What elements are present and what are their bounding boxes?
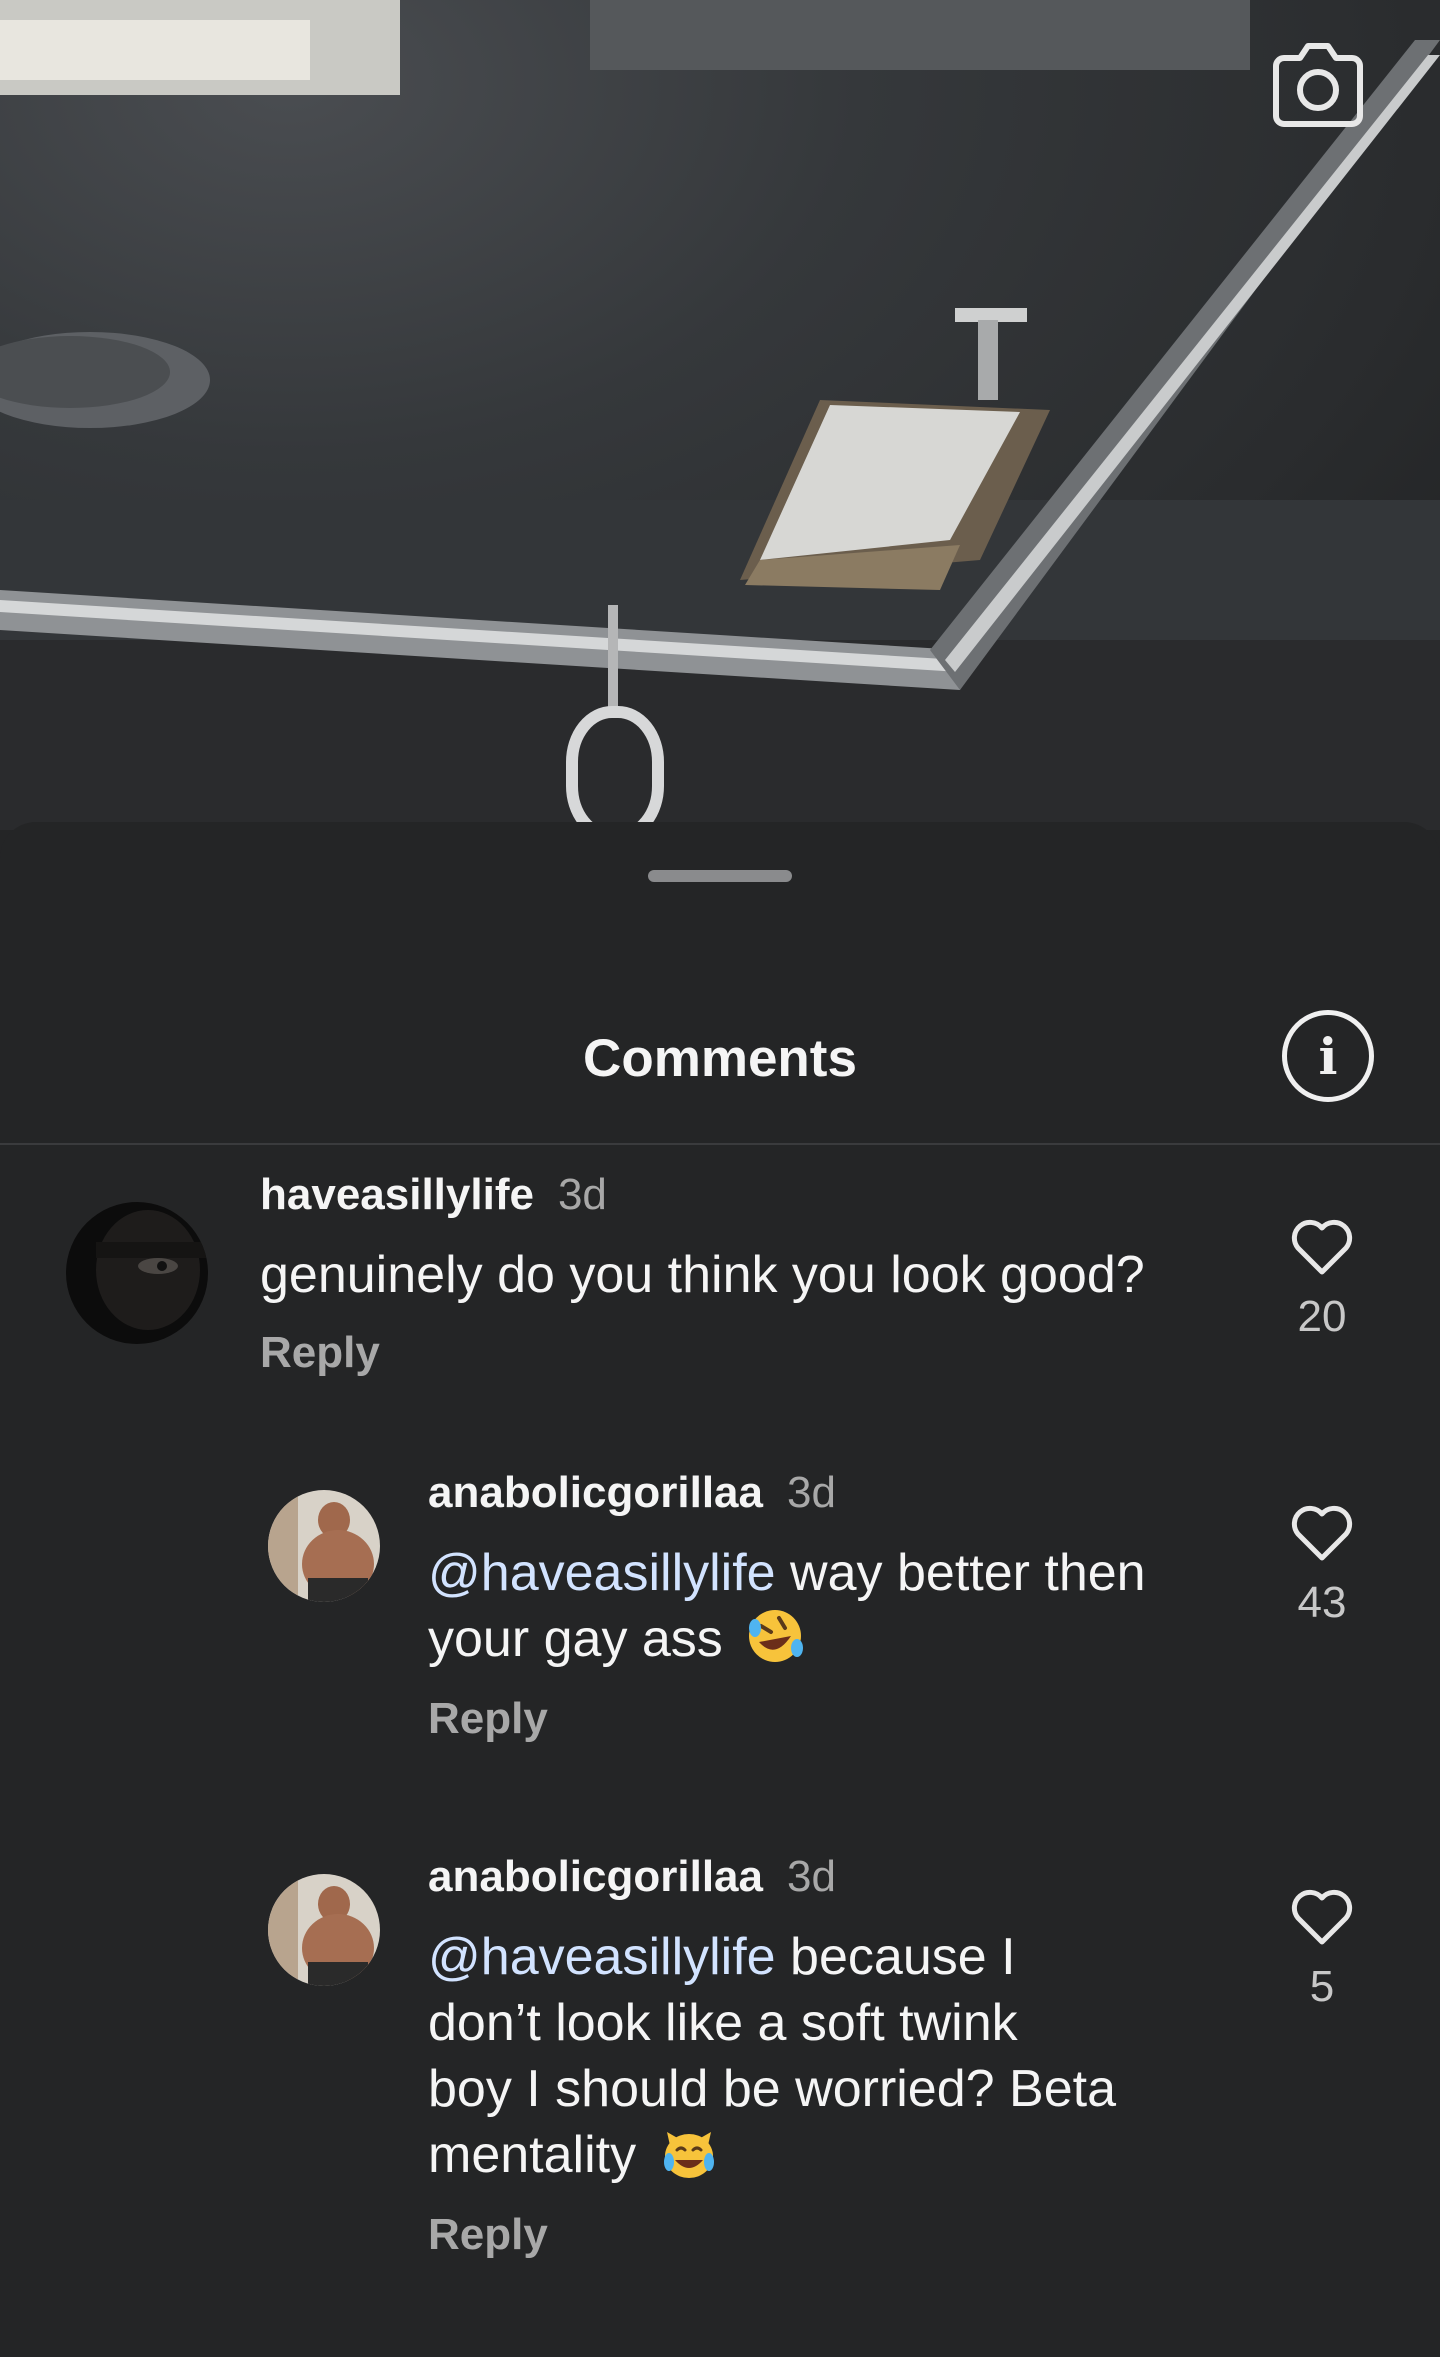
comment-text-part: boy I should be worried? Beta: [428, 2060, 1116, 2118]
comment-text: @haveasillylife because I don’t look lik…: [428, 1924, 1248, 2188]
comment-text-part: don’t look like a soft twink: [428, 1994, 1018, 2052]
camera-button[interactable]: [1270, 36, 1370, 132]
comment-username[interactable]: haveasillylife 3d: [260, 1170, 607, 1220]
comment-text-part: your gay ass: [428, 1610, 723, 1668]
camera-icon: [1273, 43, 1363, 127]
comment-username[interactable]: anabolicgorillaa 3d: [428, 1468, 836, 1518]
info-icon: i: [1318, 1026, 1338, 1086]
comment-text-part: mentality: [428, 2126, 637, 2184]
comment-text: @haveasillylife way better then your gay…: [428, 1540, 1228, 1672]
comment-text-part: because I: [775, 1928, 1016, 1986]
heart-icon: [1291, 1505, 1353, 1561]
like-count: 5: [1309, 1962, 1335, 2011]
avatar-image: [268, 1490, 380, 1602]
sheet-drag-handle[interactable]: [648, 870, 792, 882]
like-button[interactable]: 43: [1260, 1504, 1384, 1628]
like-button[interactable]: 20: [1260, 1218, 1384, 1342]
comment-time: 3d: [786, 1852, 836, 1901]
info-button[interactable]: i: [1282, 1010, 1374, 1102]
like-count: 43: [1297, 1578, 1347, 1627]
mention-link[interactable]: @haveasillylife: [428, 1544, 776, 1602]
comment-time: 3d: [557, 1170, 607, 1219]
reply-button[interactable]: Reply: [428, 1694, 548, 1744]
avatar[interactable]: [268, 1490, 380, 1602]
post-photo: [0, 0, 1440, 830]
avatar[interactable]: [66, 1202, 208, 1344]
sheet-title: Comments: [583, 1029, 857, 1088]
comment-username[interactable]: anabolicgorillaa 3d: [428, 1852, 836, 1902]
mention-link[interactable]: @haveasillylife: [428, 1928, 776, 1986]
header-divider: [0, 1143, 1440, 1145]
like-button[interactable]: 5: [1260, 1888, 1384, 2012]
cat-with-tears-of-joy-emoji: [663, 2132, 714, 2178]
comment-text: genuinely do you think you look good?: [260, 1246, 1145, 1304]
avatar[interactable]: [268, 1874, 380, 1986]
comment-time: 3d: [786, 1468, 836, 1517]
comment-text-part: way better then: [775, 1544, 1146, 1602]
reply-button[interactable]: Reply: [428, 2210, 548, 2260]
ceiling-photo-drawing: [0, 0, 1440, 830]
heart-icon: [1291, 1219, 1353, 1275]
comments-sheet: Comments i haveasillylife 3d genuinely do…: [0, 822, 1440, 2357]
avatar-image: [66, 1202, 208, 1344]
reply-button[interactable]: Reply: [260, 1328, 380, 1378]
heart-icon: [1291, 1889, 1353, 1945]
rolling-on-floor-laughing-emoji: [749, 1610, 804, 1662]
avatar-image: [268, 1874, 380, 1986]
like-count: 20: [1297, 1292, 1347, 1341]
